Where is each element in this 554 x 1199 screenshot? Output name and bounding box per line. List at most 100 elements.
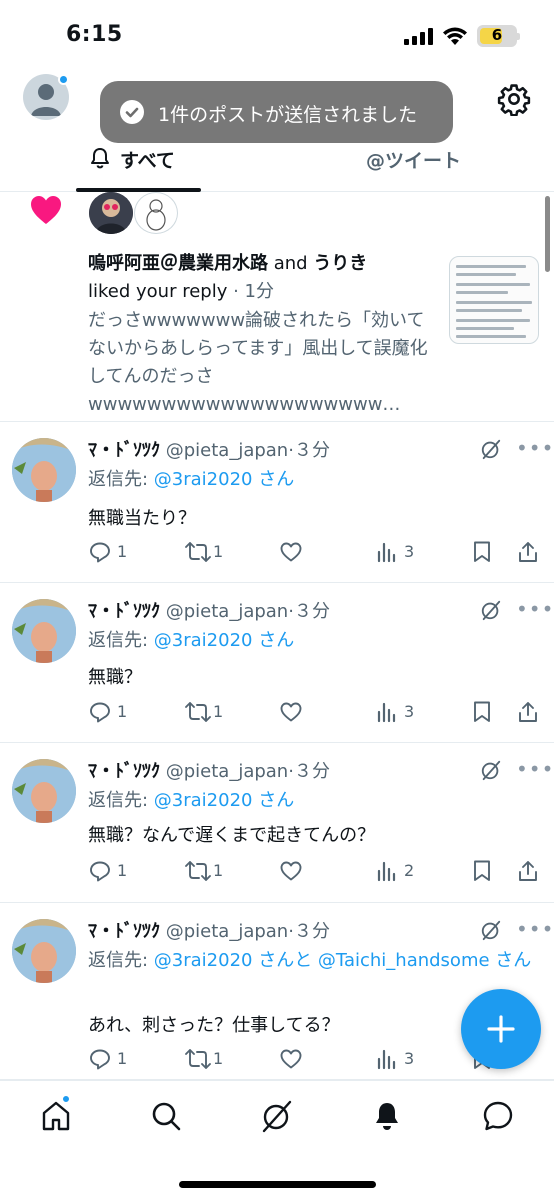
check-icon (120, 100, 144, 124)
author-name[interactable]: ﾏ・ﾄﾞｿﾂｸ (88, 761, 160, 782)
grok-icon[interactable] (480, 599, 502, 621)
tweet-avatar[interactable] (12, 759, 76, 823)
tweet-text: あれ、刺さった？仕事してる？ (88, 1015, 340, 1036)
liked-reply-excerpt: だっさwwwwwww論破されたら「効いてないからあしらってます」風出して誤魔化し… (88, 310, 428, 415)
bottom-tab-bar (0, 1080, 554, 1199)
reply-thumbnail[interactable] (449, 256, 539, 344)
tweet-item[interactable]: ﾏ・ﾄﾞｿﾂｸ @pieta_japan·３分 ••• 返信先: @3rai20… (0, 583, 554, 743)
tweet-author-line: ﾏ・ﾄﾞｿﾂｸ @pieta_japan·３分 (88, 436, 330, 462)
likers-line: 嗚呼阿亜＠農業用水路 and うりき (88, 253, 368, 274)
tweet-author-line: ﾏ・ﾄﾞｿﾂｸ @pieta_japan·３分 (88, 917, 330, 943)
more-options-icon[interactable]: ••• (516, 757, 554, 781)
reply-context: 返信先: @3rai2020 さん (88, 790, 295, 811)
toast-notification: 1件のポストが送信されました (100, 81, 453, 143)
views-icon (377, 702, 396, 723)
tab-all-label: すべて (120, 150, 175, 172)
liker-name-2[interactable]: うりき (313, 253, 367, 274)
tweet-avatar[interactable] (12, 919, 76, 983)
tweet-item[interactable]: ﾏ・ﾄﾞｿﾂｸ @pieta_japan·３分 ••• 返信先: @3rai20… (0, 422, 554, 583)
tab-all[interactable]: すべて (88, 146, 175, 173)
tweet-text: 無職？ (88, 667, 142, 688)
home-icon[interactable] (39, 1099, 73, 1133)
author-name[interactable]: ﾏ・ﾄﾞｿﾂｸ (88, 601, 160, 622)
tweet-text: 無職当たり？ (88, 508, 196, 529)
bell-icon[interactable] (370, 1099, 404, 1133)
compose-button[interactable] (461, 989, 541, 1069)
retweet-icon (185, 861, 211, 881)
author-handle[interactable]: @pieta_japan (166, 761, 288, 782)
retweet-count: 1 (213, 542, 224, 561)
reply-icon (90, 861, 110, 882)
views-count: 3 (404, 542, 415, 561)
grok-icon[interactable] (260, 1099, 294, 1133)
reply-context: 返信先: @3rai2020 さん (88, 630, 295, 651)
views-icon (377, 542, 396, 563)
like-time: · 1分 (227, 281, 274, 302)
like-action-line: liked your reply · 1分 (88, 277, 274, 303)
home-indicator (179, 1181, 376, 1188)
grok-icon[interactable] (480, 759, 502, 781)
liker-avatar-2[interactable] (134, 192, 178, 234)
tweet-time: ·３分 (288, 601, 330, 622)
author-handle[interactable]: @pieta_japan (166, 440, 288, 461)
tab-tweets[interactable]: @ツイート (366, 146, 461, 173)
more-options-icon[interactable]: ••• (516, 597, 554, 621)
retweet-icon (185, 702, 211, 722)
tweet-actions: 1 1 3 (88, 699, 544, 725)
views-count: 3 (404, 702, 415, 721)
reply-to-link[interactable]: @3rai2020 さん (154, 469, 294, 490)
tweet-actions: 1 1 2 (88, 858, 544, 884)
scrollbar[interactable] (545, 196, 550, 272)
liker-avatar-1[interactable] (89, 192, 133, 234)
tweet-author-line: ﾏ・ﾄﾞｿﾂｸ @pieta_japan·３分 (88, 757, 330, 783)
share-icon (519, 702, 537, 722)
retweet-count: 1 (213, 1049, 224, 1068)
retweet-icon (185, 1049, 211, 1069)
toast-message: 1件のポストが送信されました (158, 104, 418, 126)
reply-count: 1 (117, 542, 128, 561)
plus-icon (487, 1015, 515, 1043)
like-icon (280, 861, 302, 881)
tweet-time: ·３分 (288, 440, 330, 461)
author-handle[interactable]: @pieta_japan (166, 921, 288, 942)
like-notification[interactable]: 嗚呼阿亜＠農業用水路 and うりき liked your reply · 1分… (0, 192, 554, 422)
views-icon (377, 861, 396, 882)
tweet-text: 無職？なんで遅くまで起きてんの？ (88, 825, 376, 846)
battery-level: 6 (491, 26, 503, 44)
gear-icon[interactable] (497, 82, 531, 116)
bookmark-icon (474, 701, 490, 722)
notification-dot (58, 74, 69, 85)
share-icon (519, 861, 537, 881)
retweet-icon (185, 542, 211, 562)
tweet-avatar[interactable] (12, 599, 76, 663)
liker-name-1[interactable]: 嗚呼阿亜＠農業用水路 (88, 253, 268, 274)
reply-to-link[interactable]: @3rai2020 さん (154, 790, 294, 811)
tweet-time: ·３分 (288, 761, 330, 782)
messages-icon[interactable] (481, 1099, 515, 1133)
search-icon[interactable] (149, 1099, 183, 1133)
like-icon (280, 702, 302, 722)
retweet-count: 1 (213, 861, 224, 880)
reply-to-link[interactable]: @3rai2020 さんと @Taichi_handsome さん (154, 950, 531, 971)
reply-icon (90, 1049, 110, 1070)
tweet-item[interactable]: ﾏ・ﾄﾞｿﾂｸ @pieta_japan·３分 ••• 返信先: @3rai20… (0, 743, 554, 903)
views-count: 2 (404, 861, 415, 880)
views-count: 3 (404, 1049, 415, 1068)
reply-context: 返信先: @3rai2020 さんと @Taichi_handsome さん (88, 950, 532, 971)
tweet-avatar[interactable] (12, 438, 76, 502)
author-name[interactable]: ﾏ・ﾄﾞｿﾂｸ (88, 921, 160, 942)
like-icon (280, 542, 302, 562)
grok-icon[interactable] (480, 919, 502, 941)
bookmark-icon (474, 541, 490, 562)
reply-count: 1 (117, 702, 128, 721)
cellular-signal-icon (404, 27, 434, 45)
author-handle[interactable]: @pieta_japan (166, 601, 288, 622)
reply-to-link[interactable]: @3rai2020 さん (154, 630, 294, 651)
author-name[interactable]: ﾏ・ﾄﾞｿﾂｸ (88, 440, 160, 461)
heart-icon (31, 196, 61, 224)
battery-icon: 6 (477, 25, 520, 47)
grok-icon[interactable] (480, 438, 502, 460)
more-options-icon[interactable]: ••• (516, 917, 554, 941)
home-notification-dot (61, 1094, 71, 1104)
more-options-icon[interactable]: ••• (516, 436, 554, 460)
